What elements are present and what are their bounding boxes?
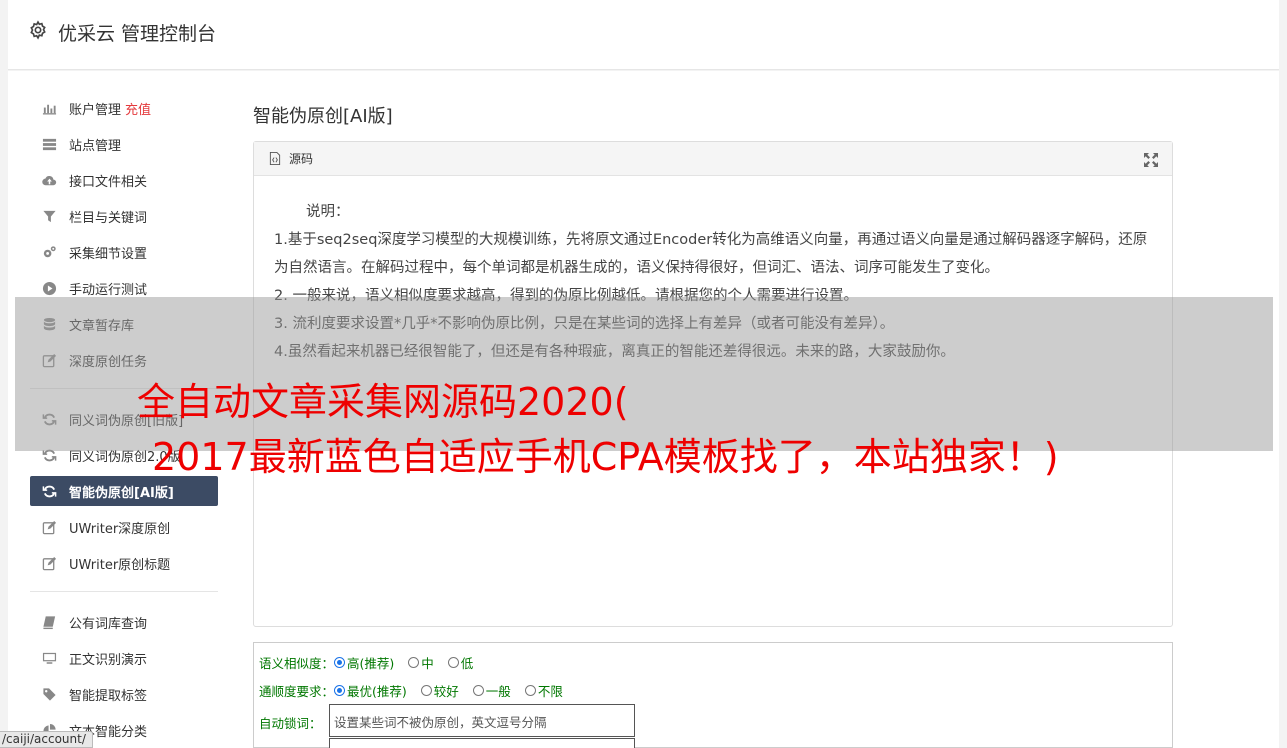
sidebar-item-uwriter-title[interactable]: UWriter原创标题: [30, 545, 218, 581]
fluency-option-best[interactable]: 最优(推荐): [334, 681, 407, 700]
fluency-row: 通顺度要求： 最优(推荐) 较好 一般 不限: [259, 681, 577, 700]
sidebar-item-label: 正文识别演示: [69, 652, 148, 668]
sidebar-item-label: 接口文件相关: [69, 174, 148, 190]
option-label: 较好: [433, 684, 459, 699]
radio[interactable]: [420, 685, 432, 696]
sidebar-item-label: UWriter深度原创: [69, 521, 171, 537]
sidebar-item-columns-keywords[interactable]: 栏目与关键词: [30, 198, 218, 234]
radio-checked[interactable]: [334, 657, 346, 668]
bar-chart-icon: [40, 100, 58, 116]
fluency-label: 通顺度要求：: [259, 684, 335, 699]
option-label: 中: [421, 656, 434, 671]
sidebar-item-public-lexicon[interactable]: 公有词库查询: [30, 604, 218, 640]
sidebar-item-sites[interactable]: 站点管理: [30, 126, 218, 162]
sidebar-item-label: UWriter原创标题: [69, 557, 171, 573]
status-url: /caiji/account/: [0, 731, 93, 748]
radio[interactable]: [408, 657, 420, 668]
option-label: 最优(推荐): [347, 684, 407, 699]
overlay-caption-line: 2017最新蓝色自适应手机CPA模板找了，本站独家！): [152, 435, 1059, 479]
app-title: 优采云 管理控制台: [58, 23, 217, 45]
option-label: 不限: [537, 684, 563, 699]
page-title: 智能伪原创[AI版]: [253, 106, 393, 127]
similarity-label: 语义相似度：: [259, 656, 335, 671]
sidebar-item-label: 栏目与关键词: [69, 210, 148, 226]
similarity-option-medium[interactable]: 中: [408, 653, 434, 672]
sidebar-item-uwriter-deep[interactable]: UWriter深度原创: [30, 509, 218, 545]
similarity-row: 语义相似度： 高(推荐) 中 低: [259, 653, 487, 672]
sidebar-item-label: 公有词库查询: [69, 616, 148, 632]
fluency-option-normal[interactable]: 一般: [472, 681, 511, 700]
lock-words-label: 自动锁词：: [259, 716, 322, 731]
radio[interactable]: [447, 657, 459, 668]
sidebar-item-label: 采集细节设置: [69, 246, 148, 262]
code-file-icon: [269, 152, 281, 165]
filter-icon: [40, 208, 58, 224]
sidebar-divider: [30, 591, 218, 592]
cloud-upload-icon: [40, 172, 58, 188]
recharge-link[interactable]: 充值: [125, 99, 151, 118]
source-box-title: 源码: [289, 152, 314, 166]
refresh-icon: [40, 483, 58, 499]
radio[interactable]: [524, 685, 536, 696]
similarity-option-low[interactable]: 低: [447, 653, 474, 672]
sidebar-item-account[interactable]: 账户管理 充值: [30, 90, 218, 126]
source-box-header: 源码: [254, 142, 1172, 176]
gear-icon: [30, 20, 46, 40]
overlay-caption: 全自动文章采集网源码2020( 2017最新蓝色自适应手机CPA模板找了，本站独…: [137, 375, 1237, 485]
fluency-option-any[interactable]: 不限: [524, 681, 563, 700]
top-header: 优采云 管理控制台: [8, 0, 1279, 70]
sidebar-item-label: 账户管理: [69, 102, 122, 118]
sidebar-item-label: 手动运行测试: [69, 282, 148, 298]
sidebar-item-collect-settings[interactable]: 采集细节设置: [30, 234, 218, 270]
sidebar-item-label: 站点管理: [69, 138, 122, 154]
description-heading: 说明：: [306, 204, 350, 220]
book-icon: [40, 614, 58, 630]
sidebar-item-label: 智能提取标签: [69, 688, 148, 704]
sidebar-item-text-recognition[interactable]: 正文识别演示: [30, 640, 218, 676]
gears-icon: [40, 244, 58, 260]
sidebar-item-interface-files[interactable]: 接口文件相关: [30, 162, 218, 198]
monitor-icon: [40, 650, 58, 666]
settings-form: 语义相似度： 高(推荐) 中 低 通顺度要求： 最优(推荐) 较好 一般 不限 …: [253, 642, 1173, 748]
lock-words-input[interactable]: 设置某些词不被伪原创，英文逗号分隔: [329, 704, 635, 737]
expand-icon[interactable]: [1144, 153, 1158, 167]
option-label: 一般: [485, 684, 511, 699]
radio-checked[interactable]: [334, 685, 346, 696]
sidebar-item-extract-tags[interactable]: 智能提取标签: [30, 676, 218, 712]
fluency-option-good[interactable]: 较好: [420, 681, 459, 700]
overlay-caption-line: 全自动文章采集网源码2020(: [137, 380, 629, 424]
tag-icon: [40, 686, 58, 702]
radio[interactable]: [472, 685, 484, 696]
edit-icon: [40, 519, 58, 535]
option-label: 高(推荐): [347, 656, 395, 671]
description-line: 1.基于seq2seq深度学习模型的大规模训练，先将原文通过Encoder转化为…: [274, 232, 1148, 276]
edit-icon: [40, 555, 58, 571]
secondary-textarea[interactable]: [329, 738, 635, 748]
option-label: 低: [460, 656, 474, 671]
list-icon: [40, 136, 58, 152]
play-circle-icon: [40, 280, 58, 296]
similarity-option-high[interactable]: 高(推荐): [334, 653, 394, 672]
